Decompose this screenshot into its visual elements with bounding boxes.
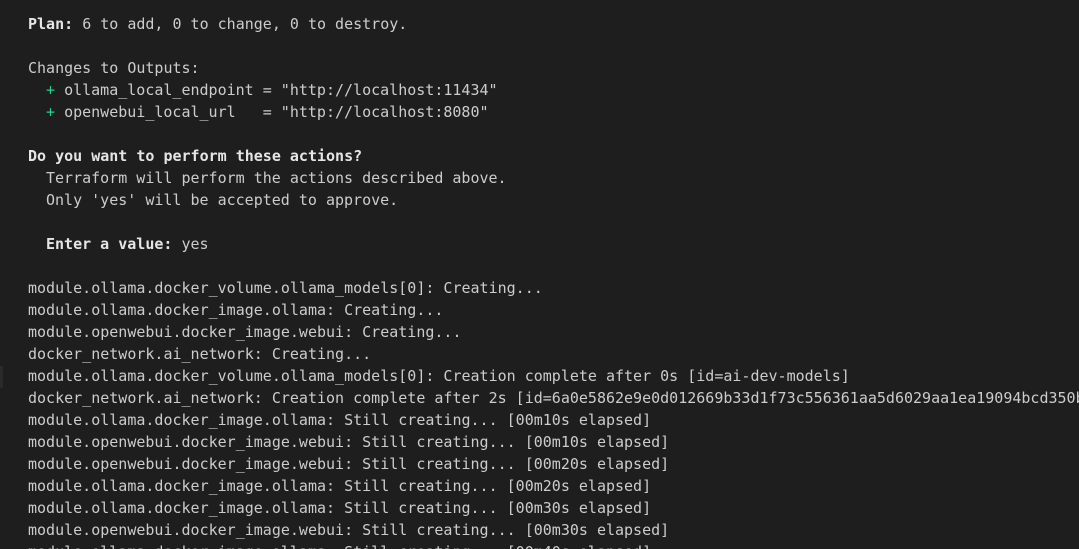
plan-summary: 6 to add, 0 to change, 0 to destroy. bbox=[82, 15, 408, 33]
outputs-header: Changes to Outputs: bbox=[28, 59, 200, 77]
log-line: module.ollama.docker_image.ollama: Still… bbox=[28, 499, 652, 517]
output-item: + openwebui_local_url = "http://localhos… bbox=[28, 101, 1079, 123]
output-item: + ollama_local_endpoint = "http://localh… bbox=[28, 79, 1079, 101]
log-line: module.openwebui.docker_image.webui: Cre… bbox=[28, 323, 462, 341]
log-line: module.ollama.docker_volume.ollama_model… bbox=[28, 367, 850, 385]
value-prompt: Enter a value: yes bbox=[28, 233, 1079, 255]
log-line: module.ollama.docker_image.ollama: Creat… bbox=[28, 301, 444, 319]
add-sign: + bbox=[46, 81, 56, 99]
log-line: module.openwebui.docker_image.webui: Sti… bbox=[28, 521, 670, 539]
terminal-output: Plan: 6 to add, 0 to change, 0 to destro… bbox=[28, 13, 1079, 549]
value-prompt-input[interactable]: yes bbox=[181, 235, 208, 253]
plan-line: Plan: 6 to add, 0 to change, 0 to destro… bbox=[28, 13, 1079, 35]
log-line: module.openwebui.docker_image.webui: Sti… bbox=[28, 455, 670, 473]
confirm-info: Only 'yes' will be accepted to approve. bbox=[46, 191, 399, 209]
log-line: module.openwebui.docker_image.webui: Sti… bbox=[28, 433, 670, 451]
log-line: module.ollama.docker_image.ollama: Still… bbox=[28, 541, 1079, 549]
output-text: openwebui_local_url = "http://localhost:… bbox=[64, 103, 489, 121]
log-line: docker_network.ai_network: Creating... bbox=[28, 345, 372, 363]
add-sign: + bbox=[46, 103, 56, 121]
output-text: ollama_local_endpoint = "http://localhos… bbox=[64, 81, 498, 99]
log-line: module.ollama.docker_image.ollama: Still… bbox=[28, 411, 652, 429]
plan-label: Plan: bbox=[28, 15, 74, 33]
confirm-question: Do you want to perform these actions? bbox=[28, 147, 363, 165]
value-prompt-label: Enter a value: bbox=[46, 235, 173, 253]
line-gutter-marker bbox=[0, 366, 3, 388]
terminal-panel[interactable]: Plan: 6 to add, 0 to change, 0 to destro… bbox=[0, 0, 1079, 549]
log-line: module.ollama.docker_image.ollama: Still… bbox=[28, 477, 652, 495]
confirm-info: Terraform will perform the actions descr… bbox=[46, 169, 507, 187]
log-line: docker_network.ai_network: Creation comp… bbox=[28, 389, 1079, 407]
log-line: module.ollama.docker_volume.ollama_model… bbox=[28, 279, 543, 297]
